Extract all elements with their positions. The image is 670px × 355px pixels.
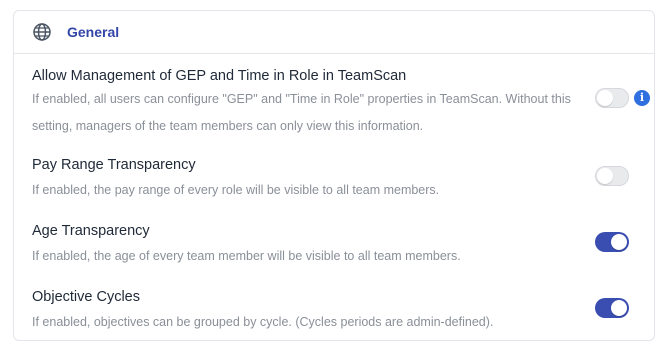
setting-description: If enabled, the pay range of every role … [32, 183, 440, 197]
age-transparency-toggle[interactable] [595, 232, 629, 252]
setting-objective-cycles: Objective Cycles If enabled, objectives … [32, 287, 654, 332]
objective-cycles-toggle[interactable] [595, 298, 629, 318]
setting-description: If enabled, objectives can be grouped by… [32, 315, 494, 329]
toggle-knob [597, 168, 613, 184]
settings-card: General Allow Management of GEP and Time… [13, 10, 655, 341]
toggle-knob [611, 234, 627, 250]
info-icon[interactable]: i [634, 90, 650, 106]
setting-pay-range-transparency: Pay Range Transparency If enabled, the p… [32, 155, 654, 200]
setting-title: Age Transparency [32, 223, 150, 239]
setting-title: Allow Management of GEP and Time in Role… [32, 68, 407, 84]
setting-title: Objective Cycles [32, 289, 140, 305]
globe-icon [32, 22, 52, 42]
card-header: General [14, 11, 654, 54]
setting-age-transparency: Age Transparency If enabled, the age of … [32, 221, 654, 266]
pay-range-transparency-toggle[interactable] [595, 166, 629, 186]
setting-title: Pay Range Transparency [32, 157, 196, 173]
setting-gep-time-in-role: Allow Management of GEP and Time in Role… [32, 66, 654, 140]
gep-time-in-role-toggle[interactable] [595, 88, 629, 108]
toggle-knob [597, 90, 613, 106]
setting-description: If enabled, all users can configure "GEP… [32, 92, 571, 133]
section-title: General [67, 24, 120, 40]
setting-description: If enabled, the age of every team member… [32, 249, 461, 263]
toggle-knob [611, 300, 627, 316]
